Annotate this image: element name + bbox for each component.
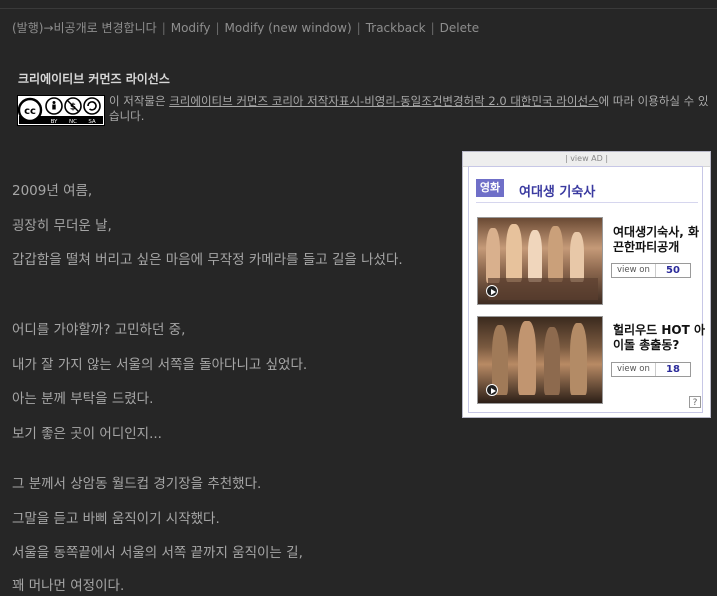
post-paragraph: 그말을 듣고 바삐 움직이기 시작했다.	[12, 511, 220, 527]
modify-link[interactable]: Modify	[171, 21, 211, 35]
delete-link[interactable]: Delete	[440, 21, 479, 35]
view-count: 18	[655, 363, 690, 376]
license-description: 이 저작물은 크리에이티브 커먼즈 코리아 저작자표시-비영리-동일조건변경허락…	[109, 94, 709, 124]
svg-text:SA: SA	[88, 119, 96, 125]
license-title: 크리에이티브 커먼즈 라이선스	[18, 72, 170, 86]
ad-video-thumbnail[interactable]	[477, 217, 603, 305]
post-paragraph: 보기 좋은 곳이 어디인지...	[12, 426, 162, 442]
view-count-box: view on 50	[611, 263, 691, 278]
post-action-bar: (발행)→비공개로 변경합니다 | Modify | Modify (new windo…	[12, 21, 480, 35]
license-link[interactable]: 크리에이티브 커먼즈 코리아 저작자표시-비영리-동일조건변경허락 2.0 대한…	[169, 94, 598, 108]
modify-new-window-link[interactable]: Modify (new window)	[225, 21, 352, 35]
ad-headline[interactable]: 헐리우드 HOT 아이돌 총출동?	[613, 323, 708, 353]
ad-title[interactable]: 여대생 기숙사	[519, 181, 595, 200]
svg-text:cc: cc	[24, 106, 36, 117]
cc-badge-icon: cc $ BY NC SA	[17, 96, 104, 125]
video-ad-widget: | view AD | 영화 여대생 기숙사 여대생기숙사, 화끈한파티공개 v…	[462, 151, 711, 418]
cc-license-badge[interactable]: cc $ BY NC SA	[17, 95, 105, 126]
post-paragraph: 어디를 가야할까? 고민하던 중,	[12, 322, 186, 338]
ad-headline[interactable]: 여대생기숙사, 화끈한파티공개	[613, 225, 708, 255]
play-icon	[486, 384, 498, 396]
help-icon[interactable]: ?	[689, 396, 701, 408]
trackback-link[interactable]: Trackback	[366, 21, 426, 35]
post-paragraph: 아는 분께 부탁을 드렸다.	[12, 391, 154, 407]
ad-category-badge: 영화	[476, 179, 504, 197]
ad-divider	[476, 202, 698, 203]
view-on-label: view on	[617, 265, 650, 275]
post-paragraph: 그 분께서 상암동 월드컵 경기장을 추천했다.	[12, 476, 262, 492]
post-paragraph: 굉장히 무더운 날,	[12, 218, 112, 234]
svg-text:BY: BY	[51, 119, 58, 125]
svg-text:NC: NC	[69, 119, 77, 125]
post-paragraph: 갑갑함을 떨쳐 버리고 싶은 마음에 무작정 카메라를 들고 길을 나섰다.	[12, 252, 403, 268]
post-paragraph: 내가 잘 가지 않는 서울의 서쪽을 돌아다니고 싶었다.	[12, 357, 308, 373]
license-text-prefix: 이 저작물은	[109, 94, 170, 108]
view-count-box: view on 18	[611, 362, 691, 377]
post-paragraph: 꽤 머나먼 여정이다.	[12, 578, 125, 594]
view-count: 50	[655, 264, 690, 277]
ad-view-label[interactable]: | view AD |	[463, 152, 710, 167]
ad-video-thumbnail[interactable]	[477, 316, 603, 404]
publish-toggle-link[interactable]: (발행)→비공개로 변경합니다	[12, 21, 157, 35]
post-paragraph: 2009년 여름,	[12, 183, 93, 199]
post-paragraph: 서울을 동쪽끝에서 서울의 서쪽 끝까지 움직이는 길,	[12, 545, 303, 561]
view-on-label: view on	[617, 364, 650, 374]
top-divider	[0, 8, 717, 9]
play-icon	[486, 285, 498, 297]
